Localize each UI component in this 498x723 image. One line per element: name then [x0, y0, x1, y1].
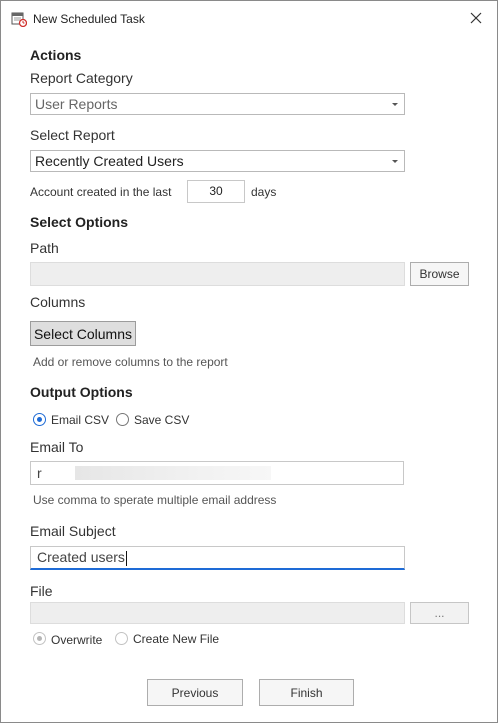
finish-button[interactable]: Finish — [259, 679, 354, 706]
report-category-dropdown[interactable]: User Reports — [30, 93, 405, 115]
select-report-value: Recently Created Users — [35, 153, 184, 169]
file-label: File — [30, 583, 53, 599]
email-subject-value: Created users — [37, 549, 125, 565]
columns-label: Columns — [30, 294, 86, 310]
output-options-heading: Output Options — [30, 384, 133, 400]
create-new-file-label: Create New File — [133, 632, 220, 646]
account-created-suffix: days — [251, 185, 277, 199]
path-field[interactable] — [30, 262, 405, 286]
browse-button[interactable]: Browse — [410, 262, 469, 286]
select-columns-button[interactable]: Select Columns — [30, 321, 136, 346]
email-to-value: r — [37, 465, 42, 481]
email-subject-label: Email Subject — [30, 523, 116, 539]
close-icon — [470, 12, 482, 24]
chevron-down-icon — [392, 103, 398, 106]
overwrite-radio[interactable] — [33, 632, 46, 645]
columns-hint: Add or remove columns to the report — [33, 355, 228, 369]
scheduled-task-dialog: New Scheduled Task Actions Report Catego… — [0, 0, 498, 723]
create-new-file-radio[interactable] — [115, 632, 128, 645]
chevron-down-icon — [392, 160, 398, 163]
days-input[interactable]: 30 — [187, 180, 245, 203]
overwrite-label: Overwrite — [51, 633, 103, 647]
email-to-label: Email To — [30, 439, 84, 455]
redacted-block — [75, 466, 271, 480]
actions-heading: Actions — [30, 47, 82, 63]
email-hint: Use comma to sperate multiple email addr… — [33, 493, 277, 507]
text-caret — [125, 550, 127, 566]
email-to-input[interactable]: r — [30, 461, 404, 485]
account-created-prefix: Account created in the last — [30, 185, 172, 199]
email-csv-radio[interactable] — [33, 413, 46, 426]
report-category-label: Report Category — [30, 70, 133, 86]
calendar-clock-icon — [11, 12, 27, 27]
select-report-label: Select Report — [30, 127, 115, 143]
title-bar: New Scheduled Task — [1, 1, 497, 35]
save-csv-label: Save CSV — [134, 413, 190, 427]
select-report-dropdown[interactable]: Recently Created Users — [30, 150, 405, 172]
email-csv-label: Email CSV — [51, 413, 110, 427]
save-csv-radio[interactable] — [116, 413, 129, 426]
close-button[interactable] — [463, 7, 489, 29]
report-category-value: User Reports — [35, 96, 118, 112]
select-options-heading: Select Options — [30, 214, 129, 230]
file-field[interactable] — [30, 602, 405, 624]
path-label: Path — [30, 240, 59, 256]
window-title: New Scheduled Task — [33, 12, 145, 26]
previous-button[interactable]: Previous — [147, 679, 243, 706]
file-browse-button[interactable]: ... — [410, 602, 469, 624]
email-subject-input[interactable]: Created users — [30, 546, 405, 570]
